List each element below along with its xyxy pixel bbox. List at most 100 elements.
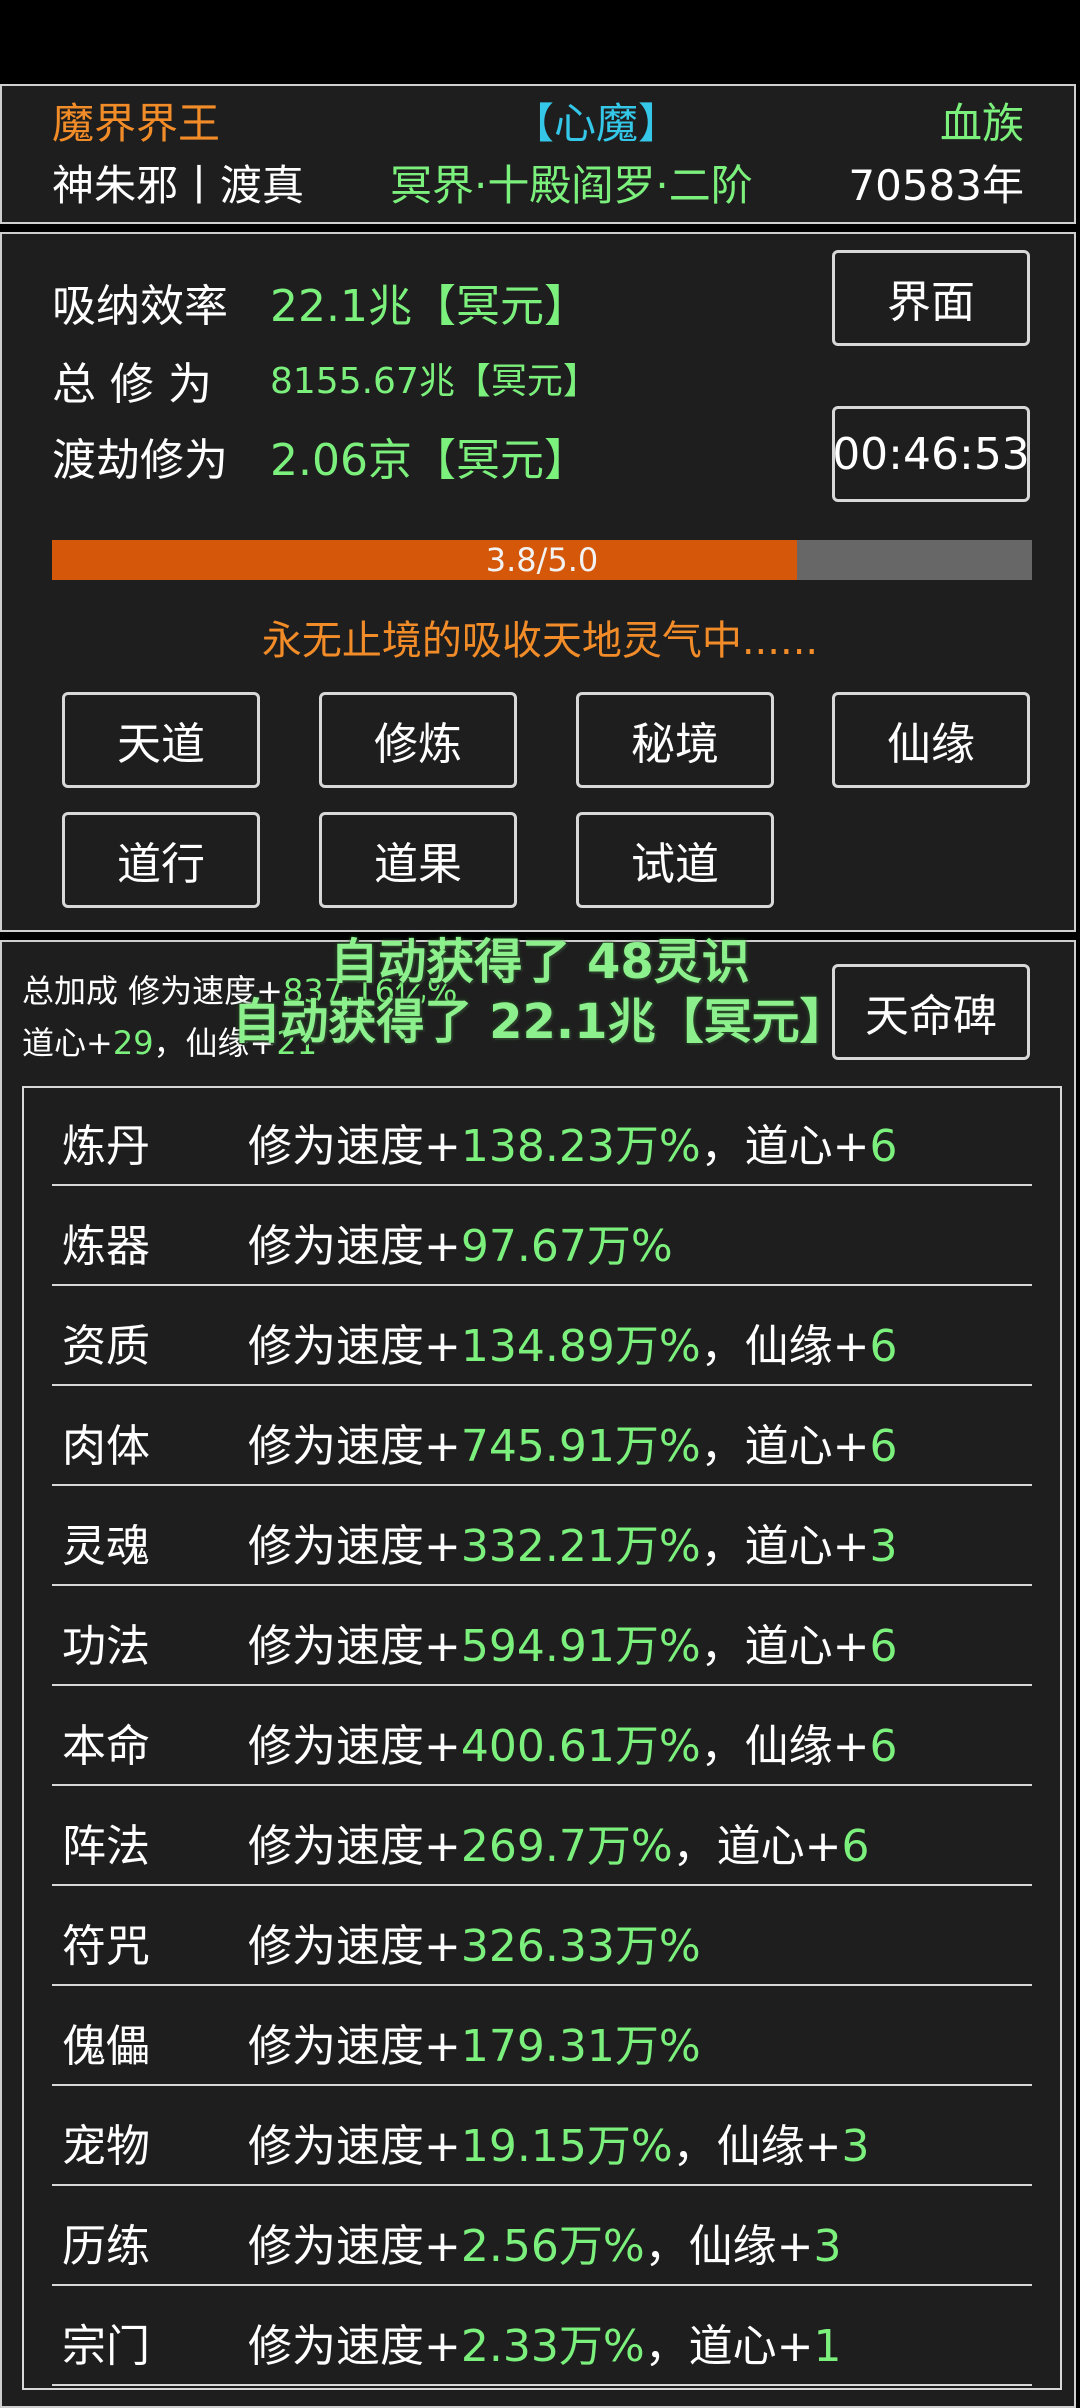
bonus-row-value: 400.61万% (460, 1721, 701, 1772)
status-message: 永无止境的吸收天地灵气中...... (261, 618, 819, 664)
absorb-label: 吸纳效率 (52, 281, 228, 332)
bonus-row[interactable]: 宗门 修为速度+2.33万%，道心+1 (52, 2288, 1032, 2386)
bonus-row[interactable]: 炼器 修为速度+97.67万% (52, 1188, 1032, 1286)
bonus-row-name: 资质 (62, 1321, 150, 1372)
bonus-row-desc: 修为速度+326.33万% (248, 1910, 701, 1974)
bonus-row-prefix: 修为速度+ (248, 1121, 461, 1172)
interface-button[interactable]: 界面 (832, 250, 1030, 346)
bonus-row-extra-value: 1 (813, 2321, 842, 2372)
bonus-row-extra-label: ，仙缘+ (700, 1721, 870, 1772)
bonus-row-extra-value: 6 (841, 1821, 870, 1872)
bonus-row-prefix: 修为速度+ (248, 1821, 461, 1872)
bonus-row[interactable]: 阵法 修为速度+269.7万%，道心+6 (52, 1788, 1032, 1886)
bonus-row-name: 宗门 (62, 2321, 150, 2372)
xianyuan-button[interactable]: 仙缘 (832, 692, 1030, 788)
bonus-row-extra-value: 6 (869, 1721, 898, 1772)
bonus-panel: 总加成 修为速度+837.16亿% 道心+29，仙缘+21 天命碑 炼丹 修为速度… (0, 940, 1076, 2408)
age-label: 70583年 (848, 161, 1024, 210)
bonus-row-prefix: 修为速度+ (248, 2221, 461, 2272)
heart-demon-label[interactable]: 【心魔】 (512, 98, 680, 150)
bonus-row-extra-label: ，道心+ (700, 1621, 870, 1672)
bonus-row-extra-value: 3 (813, 2221, 842, 2272)
bonus-row-prefix: 修为速度+ (248, 2121, 461, 2172)
bonus-row-desc: 修为速度+2.56万%，仙缘+3 (248, 2210, 842, 2274)
bonus-row-extra-value: 3 (869, 1521, 898, 1572)
timer-button[interactable]: 00:46:53 (832, 406, 1030, 502)
bonus-row-name: 符咒 (62, 1921, 150, 1972)
bonus-row[interactable]: 历练 修为速度+2.56万%，仙缘+3 (52, 2188, 1032, 2286)
bonus-row-value: 332.21万% (460, 1521, 701, 1572)
bonus-row[interactable]: 肉体 修为速度+745.91万%，道心+6 (52, 1388, 1032, 1486)
bonus-list: 炼丹 修为速度+138.23万%，道心+6 炼器 修为速度+97.67万% 资质 修为速度… (22, 1086, 1062, 2390)
bonus-row[interactable]: 宠物 修为速度+19.15万%，仙缘+3 (52, 2088, 1032, 2186)
bonus-row-extra-label: ，道心+ (700, 1421, 870, 1472)
bonus-row-extra-value: 6 (869, 1621, 898, 1672)
realm-title: 魔界界王 (52, 99, 221, 148)
shidao-button[interactable]: 试道 (576, 812, 774, 908)
progress-bar: 3.8/5.0 (52, 540, 1032, 580)
bonus-row-prefix: 修为速度+ (248, 2321, 461, 2372)
bonus-row[interactable]: 符咒 修为速度+326.33万% (52, 1888, 1032, 1986)
absorb-value: 22.1兆【冥元】 (270, 281, 588, 332)
bonus-row-desc: 修为速度+745.91万%，道心+6 (248, 1410, 898, 1474)
bonus-row-value: 269.7万% (460, 1821, 673, 1872)
bonus-row-value: 138.23万% (460, 1121, 701, 1172)
bonus-row-value: 326.33万% (460, 1921, 701, 1972)
bonus-row-prefix: 修为速度+ (248, 1221, 461, 1272)
bonus-row-extra-label: ，道心+ (672, 1821, 842, 1872)
bonus-row[interactable]: 功法 修为速度+594.91万%，道心+6 (52, 1588, 1032, 1686)
bonus-row-value: 134.89万% (460, 1321, 701, 1372)
bonus-row-value: 19.15万% (460, 2121, 673, 2172)
bonus-row-name: 阵法 (62, 1821, 150, 1872)
bonus-row-extra-value: 6 (869, 1321, 898, 1372)
bonus-row-name: 灵魂 (62, 1521, 150, 1572)
bonus-row-desc: 修为速度+134.89万%，仙缘+6 (248, 1310, 898, 1374)
bonus-row-name: 炼丹 (62, 1121, 150, 1172)
player-name: 神朱邪丨渡真 (52, 161, 305, 210)
bonus-row-prefix: 修为速度+ (248, 1421, 461, 1472)
daoxing-button[interactable]: 道行 (62, 812, 260, 908)
bonus-row[interactable]: 资质 修为速度+134.89万%，仙缘+6 (52, 1288, 1032, 1386)
bonus-row-extra-value: 6 (869, 1421, 898, 1472)
bonus-row[interactable]: 灵魂 修为速度+332.21万%，道心+3 (52, 1488, 1032, 1586)
tribulation-label: 渡劫修为 (52, 435, 228, 486)
race-label: 血族 (939, 99, 1024, 148)
bonus-row-name: 历练 (62, 2221, 150, 2272)
bonus-row-name: 傀儡 (62, 2021, 150, 2072)
progress-text: 3.8/5.0 (485, 541, 599, 579)
total-cultivation-value: 8155.67兆【冥元】 (270, 361, 599, 402)
bonus-row[interactable]: 炼丹 修为速度+138.23万%，道心+6 (52, 1088, 1032, 1186)
mijing-button[interactable]: 秘境 (576, 692, 774, 788)
bonus-row-name: 肉体 (62, 1421, 150, 1472)
bonus-row-desc: 修为速度+2.33万%，道心+1 (248, 2310, 842, 2374)
bonus-row-extra-label: ，仙缘+ (672, 2121, 842, 2172)
bonus-row-value: 594.91万% (460, 1621, 701, 1672)
bonus-row-prefix: 修为速度+ (248, 1621, 461, 1672)
tiandao-button[interactable]: 天道 (62, 692, 260, 788)
bonus-row-value: 2.56万% (460, 2221, 645, 2272)
cultivation-panel: 吸纳效率 22.1兆【冥元】 总 修 为 8155.67兆【冥元】 渡劫修为 2… (0, 232, 1076, 932)
realm-stage: 冥界·十殿阎罗·二阶 (390, 161, 753, 210)
bonus-row-desc: 修为速度+269.7万%，道心+6 (248, 1810, 870, 1874)
bonus-row-extra-value: 6 (869, 1121, 898, 1172)
bonus-row-extra-value: 3 (841, 2121, 870, 2172)
daoguo-button[interactable]: 道果 (319, 812, 517, 908)
xiulian-button[interactable]: 修炼 (319, 692, 517, 788)
bonus-row-desc: 修为速度+97.67万% (248, 1210, 673, 1274)
bonus-row-desc: 修为速度+594.91万%，道心+6 (248, 1610, 898, 1674)
bonus-row-desc: 修为速度+138.23万%，道心+6 (248, 1110, 898, 1174)
bonus-row-extra-label: ，道心+ (644, 2321, 814, 2372)
bonus-row-extra-label: ，道心+ (700, 1521, 870, 1572)
bonus-row-prefix: 修为速度+ (248, 1321, 461, 1372)
bonus-row-value: 745.91万% (460, 1421, 701, 1472)
bonus-row-prefix: 修为速度+ (248, 1521, 461, 1572)
character-header-panel: 魔界界王 【心魔】 血族 神朱邪丨渡真 冥界·十殿阎罗·二阶 70583年 (0, 84, 1076, 224)
total-cultivation-label: 总 修 为 (52, 359, 212, 410)
bonus-row[interactable]: 本命 修为速度+400.61万%，仙缘+6 (52, 1688, 1032, 1786)
bonus-row-value: 179.31万% (460, 2021, 701, 2072)
bonus-row-prefix: 修为速度+ (248, 1721, 461, 1772)
bonus-row-name: 宠物 (62, 2121, 150, 2172)
bonus-row-extra-label: ，仙缘+ (700, 1321, 870, 1372)
bonus-row-desc: 修为速度+19.15万%，仙缘+3 (248, 2110, 870, 2174)
bonus-row[interactable]: 傀儡 修为速度+179.31万% (52, 1988, 1032, 2086)
